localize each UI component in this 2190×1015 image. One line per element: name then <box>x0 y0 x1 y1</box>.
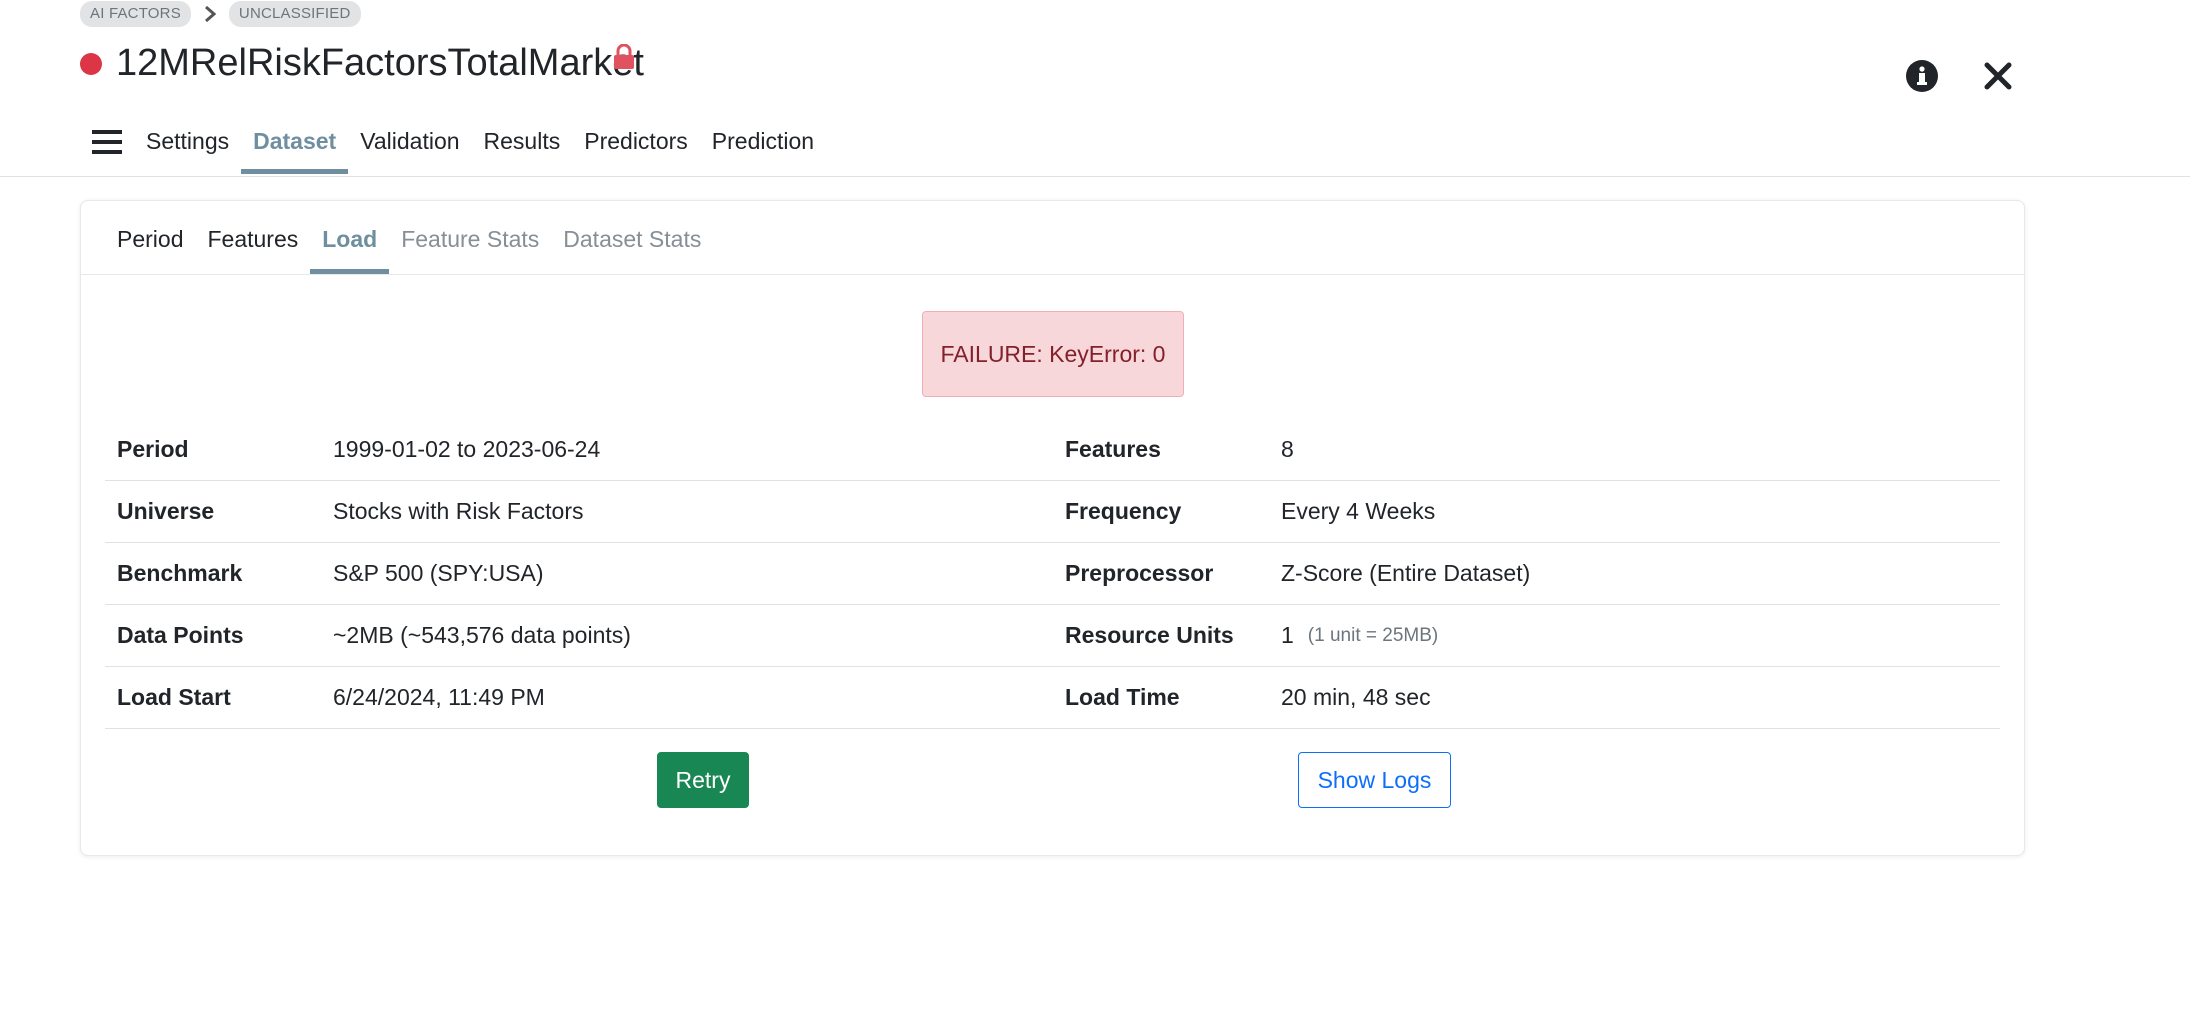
close-icon[interactable] <box>1983 61 2013 96</box>
subtab-features[interactable]: Features <box>195 223 310 273</box>
lock-icon <box>613 43 635 75</box>
show-logs-button[interactable]: Show Logs <box>1298 752 1451 808</box>
info-value: Stocks with Risk Factors <box>333 481 1053 543</box>
retry-button[interactable]: Retry <box>657 752 749 808</box>
hamburger-menu-icon[interactable] <box>80 118 134 166</box>
info-label: Benchmark <box>105 543 333 605</box>
info-label: Period <box>105 419 333 481</box>
breadcrumb-item-ai-factors[interactable]: AI FACTORS <box>80 1 191 27</box>
info-label: Load Start <box>105 667 333 729</box>
breadcrumb-item-unclassified[interactable]: UNCLASSIFIED <box>228 1 361 27</box>
tab-dataset[interactable]: Dataset <box>241 118 349 174</box>
table-row: Period 1999-01-02 to 2023-06-24 Features… <box>105 419 2000 481</box>
info-value-resource-units: 1 (1 unit = 25MB) <box>1281 605 2000 667</box>
page-title: 12MRelRiskFactorsTotalMarket <box>116 42 644 84</box>
subtab-feature-stats[interactable]: Feature Stats <box>389 223 551 273</box>
resource-units-note: (1 unit = 25MB) <box>1307 624 1439 646</box>
tab-settings[interactable]: Settings <box>134 118 241 166</box>
table-row: Data Points ~2MB (~543,576 data points) … <box>105 605 2000 667</box>
info-value: 1999-01-02 to 2023-06-24 <box>333 419 1053 481</box>
info-label: Resource Units <box>1053 605 1281 667</box>
breadcrumb: AI FACTORS UNCLASSIFIED <box>80 1 361 27</box>
info-value: 6/24/2024, 11:49 PM <box>333 667 1053 729</box>
sub-tabs: Period Features Load Feature Stats Datas… <box>105 223 713 274</box>
subtab-load[interactable]: Load <box>310 223 390 274</box>
info-label: Load Time <box>1053 667 1281 729</box>
info-value: ~2MB (~543,576 data points) <box>333 605 1053 667</box>
tab-prediction[interactable]: Prediction <box>700 118 826 166</box>
failure-alert-text: FAILURE: KeyError: 0 <box>940 340 1166 367</box>
tab-validation[interactable]: Validation <box>348 118 471 166</box>
info-label: Features <box>1053 419 1281 481</box>
info-value: S&P 500 (SPY:USA) <box>333 543 1053 605</box>
subtab-dataset-stats[interactable]: Dataset Stats <box>551 223 713 273</box>
info-label: Universe <box>105 481 333 543</box>
main-tabs: Settings Dataset Validation Results Pred… <box>80 118 826 176</box>
tab-predictors[interactable]: Predictors <box>572 118 700 166</box>
info-value: Every 4 Weeks <box>1281 481 2000 543</box>
header-divider <box>0 176 2190 177</box>
info-label: Data Points <box>105 605 333 667</box>
failure-alert: FAILURE: KeyError: 0 <box>922 311 1184 397</box>
tab-results[interactable]: Results <box>472 118 573 166</box>
dataset-load-card: Period Features Load Feature Stats Datas… <box>80 200 2025 856</box>
subtab-period[interactable]: Period <box>105 223 195 273</box>
resource-units-value: 1 <box>1281 622 1294 648</box>
info-value: Z-Score (Entire Dataset) <box>1281 543 2000 605</box>
status-indicator <box>80 52 102 75</box>
table-row: Benchmark S&P 500 (SPY:USA) Preprocessor… <box>105 543 2000 605</box>
info-value: 20 min, 48 sec <box>1281 667 2000 729</box>
info-label: Frequency <box>1053 481 1281 543</box>
table-row: Load Start 6/24/2024, 11:49 PM Load Time… <box>105 667 2000 729</box>
info-circle-icon[interactable] <box>1906 60 1938 97</box>
page-header: 12MRelRiskFactorsTotalMarket <box>80 42 644 85</box>
table-row: Universe Stocks with Risk Factors Freque… <box>105 481 2000 543</box>
info-value: 8 <box>1281 419 2000 481</box>
chevron-right-icon <box>191 6 229 22</box>
info-label: Preprocessor <box>1053 543 1281 605</box>
subtab-divider <box>81 274 2024 275</box>
dataset-info-table: Period 1999-01-02 to 2023-06-24 Features… <box>105 419 2000 729</box>
